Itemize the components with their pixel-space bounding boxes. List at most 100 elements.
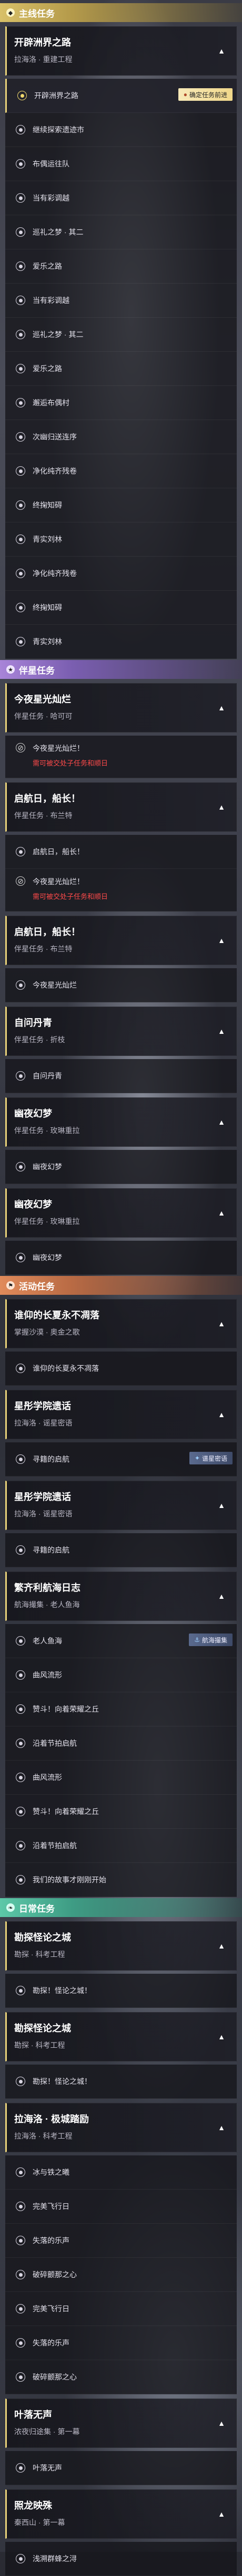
quest-step[interactable]: 完美飞行日 [5,2292,237,2326]
step-icon [16,2338,25,2348]
quest-step[interactable]: 青实刘林 [5,522,237,557]
nav-tag[interactable]: ⚓ 航海撮集 [189,1633,233,1646]
quest-step[interactable]: 开辟洲界之路 ● 确定任务前进 [5,79,237,113]
quest-step[interactable]: 净化纯齐残卷 [5,557,237,591]
quest-step[interactable]: 当有彩调越 [5,284,237,318]
chevron-up-icon[interactable]: ▲ [214,701,229,714]
track-tag[interactable]: ● 确定任务前进 [178,88,233,101]
quest-step[interactable]: 寻籍的启航 [5,1533,237,1567]
step-icon [16,1704,25,1714]
quest-step-blocked[interactable]: 今夜星光灿烂！ 需可被交处子任务和顺日 [5,736,237,778]
quest-step[interactable]: 当有彩调越 [5,181,237,215]
quest-step[interactable]: 赞斗！向着荣耀之丘 [5,1692,237,1726]
chevron-up-icon[interactable]: ▲ [214,1590,229,1603]
quest-step[interactable]: 次幽归送连序 [5,420,237,454]
quest-step[interactable]: 完美飞行日 [5,2190,237,2224]
quest-step[interactable]: 自问丹青 [5,1059,237,1093]
chevron-up-icon[interactable]: ▲ [214,45,229,57]
quest-card[interactable]: 启航日，船长！ 伴星任务 · 布兰特 ▲ [5,916,237,965]
quest-step[interactable]: 曲风流形 [5,1658,237,1692]
quest-card[interactable]: 星彤学院遗话 拉海洛 · 谣星密语 ▲ [5,1390,237,1439]
chevron-up-icon[interactable]: ▲ [214,2030,229,2043]
quest-step[interactable]: 今夜星光灿烂 [5,968,237,1002]
quest-card[interactable]: 开辟洲界之路 拉海洛 · 重建工程 ▲ [5,26,237,76]
quest-step[interactable]: 谁仰的长夏永不凋落 [5,1352,237,1386]
quest-step-blocked[interactable]: 今夜星光灿烂！ 需可被交处子任务和顺日 [5,869,237,912]
step-icon [16,500,25,510]
quest-card[interactable]: 星彤学院遗话 拉海洛 · 谣星密语 ▲ [5,1481,237,1530]
chevron-up-icon[interactable]: ▲ [214,1408,229,1421]
quest-card[interactable]: 今夜星光灿烂 伴星任务 · 哈可可 ▲ [5,683,237,732]
category-header-daily[interactable]: ❧ 日常任务 [0,1898,242,1917]
quest-subtitle: 伴星任务 · 布兰特 [14,811,73,820]
quest-list[interactable]: ◆ 主线任务 开辟洲界之路 拉海洛 · 重建工程 ▲ 开辟洲界之路 ● 确定任务前… [0,0,242,2576]
chevron-up-icon[interactable]: ▲ [214,1499,229,1512]
quest-step[interactable]: 老人鱼海 ⚓ 航海撮集 [5,1624,237,1658]
blocked-icon [16,743,25,752]
chevron-up-icon[interactable]: ▲ [214,934,229,947]
wander-tag[interactable]: ✦ 谱星密语 [189,1452,233,1464]
chevron-up-icon[interactable]: ▲ [214,2121,229,2134]
quest-step[interactable]: 破碎颤那之心 [5,2258,237,2292]
quest-step[interactable]: 巡礼之梦 · 其二 [5,318,237,352]
step-label: 自问丹青 [33,1072,62,1080]
quest-step[interactable]: 冰与铁之曦 [5,2155,237,2190]
category-header-event[interactable]: ⚑ 活动任务 [0,1276,242,1295]
quest-step[interactable]: 失落的乐声 [5,2224,237,2258]
category-header-main[interactable]: ◆ 主线任务 [0,3,242,22]
quest-step[interactable]: 幽夜幻梦 [5,1150,237,1184]
quest-step[interactable]: 布偶运往队 [5,147,237,181]
quest-step[interactable]: 启航日，船长！ [5,835,237,869]
quest-step[interactable]: 青实刘林 [5,625,237,659]
quest-card[interactable]: 照龙映殊 秦西山 · 第一幕 ▲ [5,2489,237,2539]
quest-card[interactable]: 启航日，船长！ 伴星任务 · 布兰特 ▲ [5,782,237,832]
quest-step[interactable]: 巡礼之梦 · 其二 [5,215,237,249]
chevron-up-icon[interactable]: ▲ [214,1025,229,1038]
chevron-up-icon[interactable]: ▲ [214,1116,229,1128]
quest-step[interactable]: 沿着节拍启航 [5,1726,237,1761]
quest-step[interactable]: 浅溯群蜂之浔 [5,2542,237,2576]
quest-step[interactable]: 爱乐之路 [5,249,237,284]
quest-step[interactable]: 幽夜幻梦 [5,1241,237,1275]
quest-title: 繁齐利航海日志 [14,1583,80,1593]
quest-card[interactable]: 幽夜幻梦 伴星任务 · 玫琳重拉 ▲ [5,1097,237,1147]
quest-card[interactable]: 谁仰的长夏永不凋落 掌握沙漠 · 奥金之歌 ▲ [5,1299,237,1348]
step-label: 谁仰的长夏永不凋落 [33,1364,99,1373]
quest-step[interactable]: 曲风流形 [5,1761,237,1795]
quest-step[interactable]: 邂逅布偶村 [5,386,237,420]
quest-step[interactable]: 勘探！怪论之城！ [5,1974,237,2008]
quest-step[interactable]: 赞斗！向着荣耀之丘 [5,1795,237,1829]
quest-step[interactable]: 勘探！怪论之城！ [5,2065,237,2099]
quest-step[interactable]: 终掬知碍 [5,591,237,625]
chevron-up-icon[interactable]: ▲ [214,2508,229,2520]
quest-card[interactable]: 拉海洛 · 极城踏励 拉海洛 · 科考工程 ▲ [5,2103,237,2152]
step-icon [16,1071,25,1081]
quest-step[interactable]: 我们的故事才刚刚开始 [5,1863,237,1897]
quest-subtitle: 伴星任务 · 玫琳重拉 [14,1126,80,1135]
quest-step[interactable]: 破碎颤那之心 [5,2360,237,2394]
quest-step[interactable]: 寻籍的启航 ✦ 谱星密语 [5,1442,237,1477]
quest-step[interactable]: 爱乐之路 [5,352,237,386]
chevron-up-icon[interactable]: ▲ [214,1207,229,1219]
step-label: 爱乐之路 [33,364,62,373]
quest-title: 今夜星光灿烂 [14,694,71,705]
quest-step[interactable]: 沿着节拍启航 [5,1829,237,1863]
quest-card[interactable]: 繁齐利航海日志 航海撮集 · 老人鱼海 ▲ [5,1572,237,1621]
chevron-up-icon[interactable]: ▲ [214,2417,229,2430]
quest-card[interactable]: 勘探怪论之城 勘探 · 科考工程 ▲ [5,1921,237,1971]
quest-step[interactable]: 叶落无声 [5,2451,237,2485]
quest-step[interactable]: 终掬知碍 [5,488,237,522]
quest-card[interactable]: 叶落无声 浓夜归途集 · 第一幕 ▲ [5,2399,237,2448]
chevron-up-icon[interactable]: ▲ [214,1317,229,1330]
category-header-companion[interactable]: ★ 伴星任务 [0,660,242,679]
quest-card[interactable]: 幽夜幻梦 伴星任务 · 玫琳重拉 ▲ [5,1188,237,1238]
quest-step[interactable]: 净化纯齐残卷 [5,454,237,488]
quest-step[interactable]: 继续探索遗迹市 [5,113,237,147]
quest-card[interactable]: 勘探怪论之城 勘探 · 科考工程 ▲ [5,2012,237,2061]
quest-step[interactable]: 失落的乐声 [5,2326,237,2360]
chevron-up-icon[interactable]: ▲ [214,1940,229,1952]
chevron-up-icon[interactable]: ▲ [214,801,229,813]
tag-label: 航海撮集 [201,1636,227,1644]
step-label: 幽夜幻梦 [33,1163,62,1171]
quest-card[interactable]: 自问丹青 伴星任务 · 折枝 ▲ [5,1007,237,1056]
